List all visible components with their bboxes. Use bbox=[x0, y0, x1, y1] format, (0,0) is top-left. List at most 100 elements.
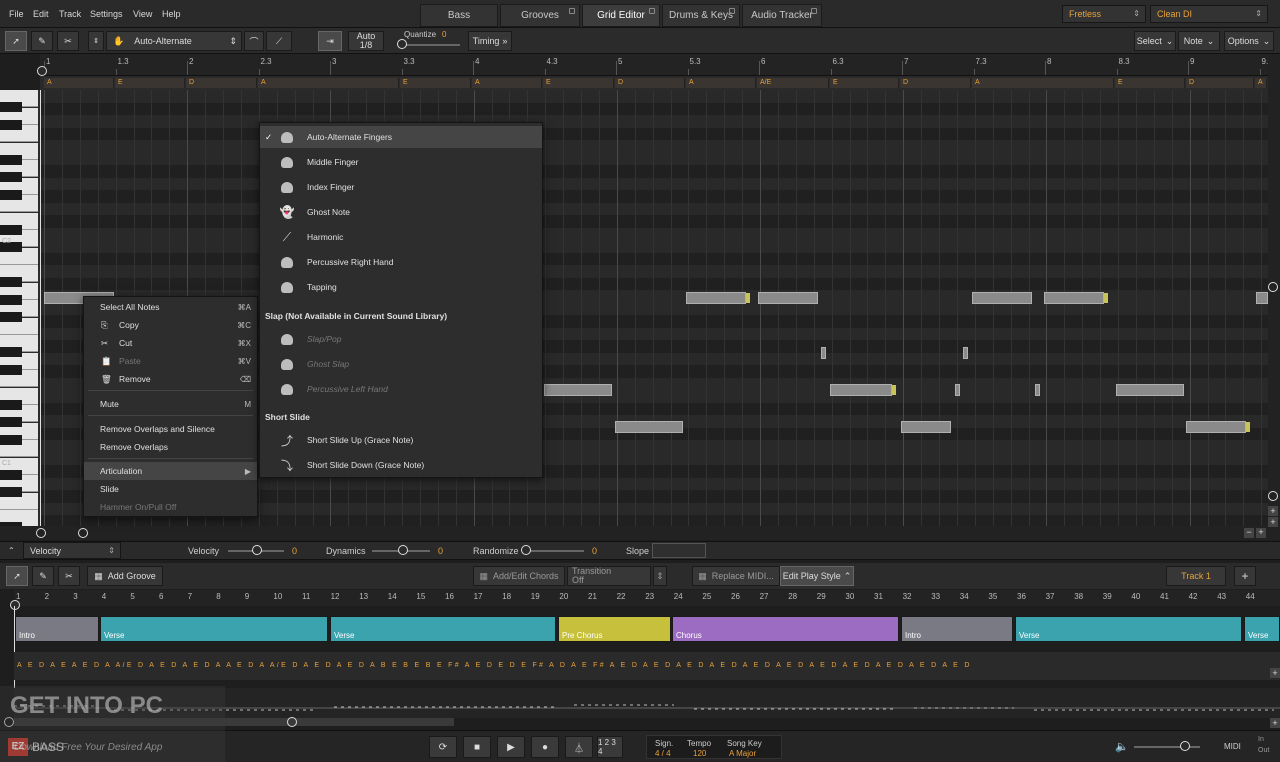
instrument-select[interactable]: Fretless ⇕ bbox=[1062, 5, 1146, 23]
art-ghost-note[interactable]: 👻 Ghost Note bbox=[260, 201, 542, 223]
quantize-slider[interactable] bbox=[402, 44, 460, 46]
midi-note[interactable] bbox=[615, 421, 683, 433]
snap-button[interactable]: ⇥ bbox=[318, 31, 342, 51]
chord-cell[interactable]: D bbox=[900, 78, 971, 88]
song-section-block[interactable]: Verse bbox=[330, 616, 556, 642]
vscroll-handle-top[interactable] bbox=[1268, 282, 1278, 292]
midi-note[interactable] bbox=[963, 347, 968, 359]
black-key[interactable] bbox=[0, 434, 22, 445]
tab-grooves[interactable]: Grooves bbox=[500, 4, 580, 27]
song-pencil-tool[interactable]: ✎ bbox=[32, 566, 54, 586]
chord-cell[interactable]: A bbox=[972, 78, 1114, 88]
black-key[interactable] bbox=[0, 364, 22, 375]
zoom-in-horizontal-icon[interactable]: + bbox=[1256, 528, 1266, 538]
black-key[interactable] bbox=[0, 347, 22, 357]
song-ruler[interactable]: 1 2 3 4 5 6 7 8 9 10 11 12 13 14 15 16 17 18 19 20 21 22 23 24 2… bbox=[14, 590, 1280, 606]
track-name[interactable]: Track 1 bbox=[1166, 566, 1226, 586]
menu-help[interactable]: Help bbox=[162, 9, 181, 19]
chord-cell[interactable]: E bbox=[400, 78, 471, 88]
menu-mute[interactable]: Mute M bbox=[84, 395, 257, 413]
black-key[interactable] bbox=[0, 154, 22, 165]
black-key[interactable] bbox=[0, 487, 22, 497]
tab-drums-keys[interactable]: Drums & Keys bbox=[662, 4, 740, 27]
song-section-block[interactable]: Pre Chorus bbox=[558, 616, 671, 642]
volume-slider[interactable] bbox=[1134, 746, 1200, 748]
song-scroll-right-handle[interactable] bbox=[287, 717, 297, 727]
art-percussive-right-hand[interactable]: Percussive Right Hand bbox=[260, 251, 542, 273]
black-key[interactable] bbox=[0, 294, 22, 305]
note-menu-button[interactable]: Note ⌄ bbox=[1178, 31, 1220, 51]
chord-cell[interactable]: A bbox=[258, 78, 399, 88]
add-groove-button[interactable]: ▦ Add Groove bbox=[87, 566, 163, 586]
song-pointer-tool[interactable]: ➚ bbox=[6, 566, 28, 586]
art-middle-finger[interactable]: Middle Finger bbox=[260, 151, 542, 173]
zoom-in-icon[interactable]: + bbox=[1268, 517, 1278, 527]
black-key[interactable] bbox=[0, 172, 22, 182]
quantize-knob[interactable] bbox=[397, 39, 407, 49]
slide-tool-button[interactable]: ⌒ bbox=[244, 31, 264, 51]
art-tapping[interactable]: Tapping bbox=[260, 276, 542, 298]
black-key[interactable] bbox=[0, 469, 22, 480]
midi-note[interactable] bbox=[1186, 421, 1250, 433]
song-section-block[interactable]: Chorus bbox=[672, 616, 899, 642]
add-track-button[interactable]: + bbox=[1234, 566, 1256, 586]
midi-note[interactable] bbox=[1256, 292, 1268, 304]
art-index-finger[interactable]: Index Finger bbox=[260, 176, 542, 198]
midi-note[interactable] bbox=[972, 292, 1032, 304]
song-playhead-handle[interactable] bbox=[10, 600, 20, 610]
chord-cell[interactable]: A bbox=[44, 78, 114, 88]
song-section-block[interactable]: Intro bbox=[15, 616, 99, 642]
speaker-icon[interactable]: 🔈 bbox=[1115, 740, 1129, 753]
midi-note[interactable] bbox=[1116, 384, 1184, 396]
randomize-slider[interactable] bbox=[522, 550, 584, 552]
legato-tool-button[interactable]: ⟋ bbox=[266, 31, 292, 51]
midi-note[interactable] bbox=[821, 347, 826, 359]
automation-lane-select[interactable]: Velocity ⇕ bbox=[23, 542, 121, 559]
menu-copy[interactable]: ⎘ Copy ⌘C bbox=[84, 316, 257, 334]
scroll-handle-left[interactable] bbox=[36, 528, 46, 538]
menu-track[interactable]: Track bbox=[59, 9, 81, 19]
chord-cell[interactable]: E bbox=[1115, 78, 1185, 88]
volume-knob[interactable] bbox=[1180, 741, 1190, 751]
grid-ruler[interactable]: 11.322.333.344.355.366.377.388.399.3 bbox=[40, 54, 1273, 76]
chord-cell[interactable]: E bbox=[115, 78, 185, 88]
pointer-tool-button[interactable]: ➚ bbox=[5, 31, 27, 51]
chord-cell[interactable]: E bbox=[830, 78, 899, 88]
playhead-handle[interactable] bbox=[37, 66, 47, 76]
menu-view[interactable]: View bbox=[133, 9, 152, 19]
black-key[interactable] bbox=[0, 224, 22, 235]
pencil-tool-button[interactable]: ✎ bbox=[31, 31, 53, 51]
vertical-scrollbar[interactable] bbox=[1268, 54, 1280, 540]
tab-audio-tracker[interactable]: Audio Tracker bbox=[742, 4, 822, 27]
grid-resolution-select[interactable]: Auto 1/8 bbox=[348, 31, 384, 51]
song-section-block[interactable]: Verse bbox=[1015, 616, 1242, 642]
collapse-icon[interactable]: ⌃ bbox=[8, 546, 15, 555]
count-in-button[interactable]: 1 2 3 4 bbox=[597, 736, 623, 758]
song-scissors-tool[interactable]: ✂ bbox=[58, 566, 80, 586]
art-short-slide-down[interactable]: ⤵ Short Slide Down (Grace Note) bbox=[260, 454, 542, 476]
midi-note[interactable] bbox=[1035, 384, 1040, 396]
midi-note[interactable] bbox=[686, 292, 750, 304]
menu-remove-overlaps-silence[interactable]: Remove Overlaps and Silence bbox=[84, 420, 257, 438]
zoom-in-vertical-icon[interactable]: + bbox=[1268, 506, 1278, 516]
articulation-select[interactable]: ✋ Auto-Alternate ⇕ bbox=[106, 31, 242, 51]
song-section-block[interactable]: Verse bbox=[100, 616, 328, 642]
add-edit-chords-button[interactable]: ▦ Add/Edit Chords bbox=[473, 566, 565, 586]
art-auto-alternate[interactable]: ✓ Auto-Alternate Fingers bbox=[260, 126, 542, 148]
midi-note[interactable] bbox=[758, 292, 818, 304]
articulation-stepper[interactable]: ⇕ bbox=[88, 31, 104, 51]
black-key[interactable] bbox=[0, 119, 22, 130]
replace-midi-button[interactable]: ▦ Replace MIDI... bbox=[692, 566, 780, 586]
midi-note[interactable] bbox=[955, 384, 960, 396]
record-button[interactable]: ● bbox=[531, 736, 559, 758]
menu-slide[interactable]: Slide bbox=[84, 480, 257, 498]
black-key[interactable] bbox=[0, 312, 22, 322]
black-key[interactable] bbox=[0, 277, 22, 287]
menu-cut[interactable]: ✂ Cut ⌘X bbox=[84, 334, 257, 352]
slope-control[interactable] bbox=[652, 543, 706, 558]
loop-button[interactable]: ⟳ bbox=[429, 736, 457, 758]
zoom-out-icon[interactable]: − bbox=[1244, 528, 1254, 538]
select-menu-button[interactable]: Select ⌄ bbox=[1134, 31, 1176, 51]
black-key[interactable] bbox=[0, 399, 22, 410]
midi-note[interactable] bbox=[830, 384, 896, 396]
